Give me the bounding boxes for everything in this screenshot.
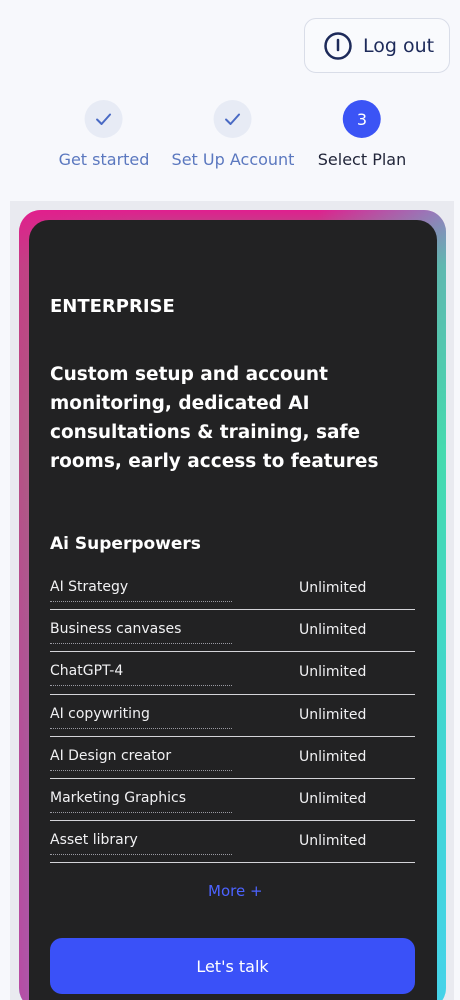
step-label: Select Plan <box>317 150 407 169</box>
power-icon <box>324 31 352 60</box>
feature-value: Unlimited <box>299 748 367 765</box>
feature-row: Asset library Unlimited <box>50 821 415 864</box>
feature-row: ChatGPT-4 Unlimited <box>50 652 415 695</box>
feature-name: Asset library <box>50 832 232 856</box>
checkmark-icon <box>225 113 241 125</box>
step-get-started[interactable]: Get started <box>58 100 150 169</box>
step-select-plan[interactable]: 3 Select Plan <box>318 100 406 169</box>
step-label: Set Up Account <box>171 150 295 169</box>
lets-talk-button[interactable]: Let's talk <box>50 938 415 994</box>
more-features-link[interactable]: More + <box>208 882 263 900</box>
progress-stepper: Get started Set Up Account 3 Select Plan <box>0 100 460 180</box>
feature-name: ChatGPT-4 <box>50 663 232 687</box>
step-complete-indicator <box>85 100 123 138</box>
feature-name: AI Strategy <box>50 579 232 602</box>
feature-value: Unlimited <box>299 580 367 596</box>
feature-value: Unlimited <box>299 833 367 850</box>
feature-name: Marketing Graphics <box>50 790 232 813</box>
feature-name: Business canvases <box>50 621 232 645</box>
step-set-up-account[interactable]: Set Up Account <box>171 100 295 169</box>
plan-name: ENTERPRISE <box>50 296 175 317</box>
feature-row: AI Design creator Unlimited <box>50 737 415 779</box>
feature-value: Unlimited <box>299 706 367 723</box>
feature-row: AI copywriting Unlimited <box>50 695 415 737</box>
feature-name: AI Design creator <box>50 748 232 771</box>
step-label: Get started <box>58 150 150 169</box>
feature-row: Business canvases Unlimited <box>50 610 415 653</box>
feature-row: Marketing Graphics Unlimited <box>50 779 415 822</box>
feature-value: Unlimited <box>299 790 367 807</box>
plan-description: Custom setup and account monitoring, ded… <box>50 364 379 472</box>
step-complete-indicator <box>213 100 252 138</box>
feature-list: AI Strategy Unlimited Business canvases … <box>50 568 415 864</box>
feature-row: AI Strategy Unlimited <box>50 568 415 611</box>
checkmark-icon <box>96 113 112 125</box>
logout-button[interactable]: Log out <box>304 18 450 73</box>
feature-name: AI copywriting <box>50 706 232 729</box>
feature-value: Unlimited <box>299 622 367 639</box>
features-title: Ai Superpowers <box>50 534 201 554</box>
logout-label: Log out <box>363 34 435 57</box>
step-number-badge: 3 <box>342 100 381 138</box>
feature-value: Unlimited <box>299 664 367 681</box>
